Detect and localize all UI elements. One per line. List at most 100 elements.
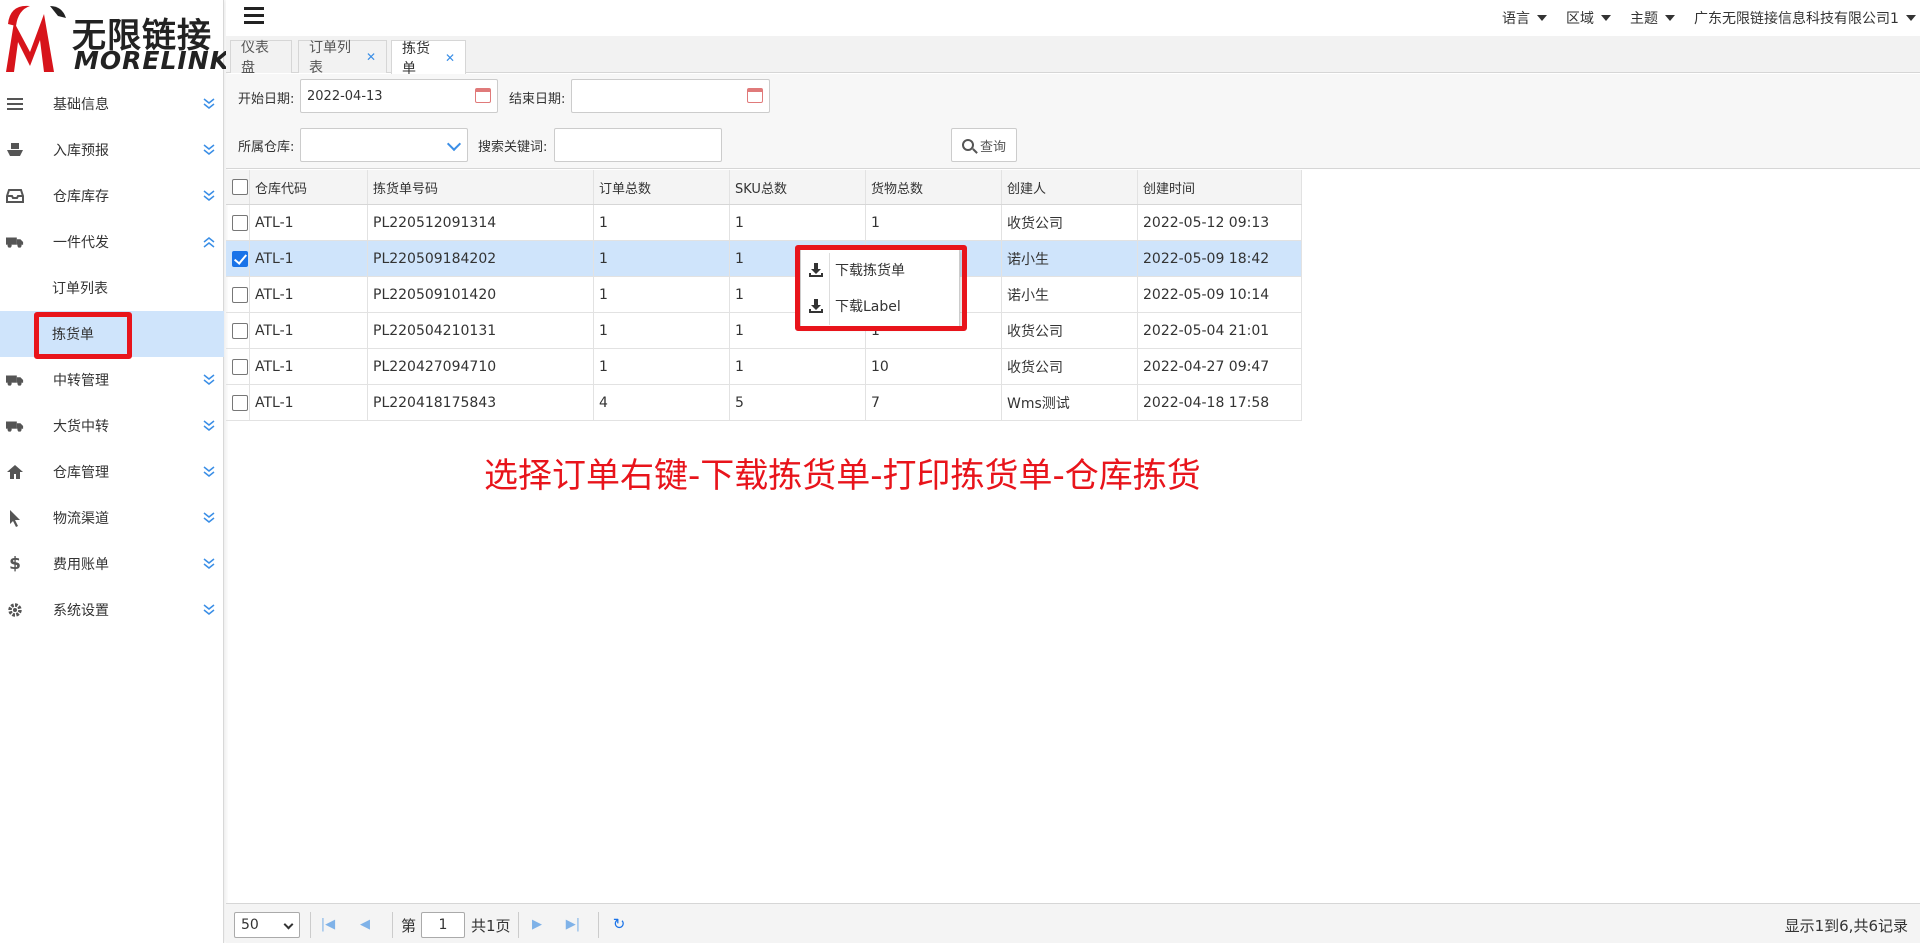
search-icon [961, 139, 974, 151]
select-all-checkbox[interactable] [232, 179, 248, 195]
table-row[interactable]: ATL-1 PL220509101420 1 1 诺小生 2022-05-09 10:14 [226, 277, 1302, 313]
warehouse-select[interactable] [300, 128, 468, 162]
last-page-icon[interactable]: ▶| [565, 914, 581, 934]
refresh-icon[interactable]: ↻ [611, 914, 627, 934]
inbox-icon [6, 187, 24, 205]
table-row[interactable]: ATL-1 PL220509184202 1 1 诺小生 2022-05-09 18:42 [226, 241, 1302, 277]
tab-dashboard[interactable]: 仪表盘 [230, 40, 292, 76]
cell-order-count: 1 [594, 205, 730, 240]
cell-warehouse-code: ATL-1 [250, 205, 368, 240]
logo: 无限链接 MORELINK [0, 0, 229, 78]
next-page-icon[interactable]: ▶ [529, 914, 545, 934]
cell-creator: 诺小生 [1002, 277, 1138, 312]
column-header-order-count: 订单总数 [594, 170, 730, 204]
tab-order-list[interactable]: 订单列表 ✕ [298, 40, 387, 76]
language-menu[interactable]: 语言 [1502, 8, 1547, 28]
table-row[interactable]: ATL-1 PL220512091314 1 1 1 收货公司 2022-05-12 09:… [226, 205, 1302, 241]
instruction-annotation: 选择订单右键-下载拣货单-打印拣货单-仓库拣货 [484, 456, 1201, 496]
page-size-select[interactable]: 50 [234, 912, 300, 938]
sidebar-item-logistics-channel[interactable]: 物流渠道 [0, 495, 224, 541]
tab-label: 仪表盘 [241, 40, 269, 76]
sidebar-item-basic-info[interactable]: 基础信息 [0, 81, 224, 127]
sidebar-item-inbound-forecast[interactable]: 入库预报 [0, 127, 224, 173]
truck-icon [6, 417, 24, 435]
chevron-down-icon [203, 511, 215, 525]
cell-created-time: 2022-04-27 09:47 [1138, 349, 1302, 384]
truck-icon [6, 233, 24, 251]
tab-pick-list[interactable]: 拣货单 ✕ [391, 40, 466, 77]
start-date-input[interactable]: 2022-04-13 [300, 79, 498, 113]
first-page-icon[interactable]: |◀ [320, 914, 336, 934]
calendar-icon[interactable] [475, 88, 491, 103]
company-menu[interactable]: 广东无限链接信息科技有限公司1 [1694, 8, 1916, 28]
keyword-label: 搜索关键词: [478, 140, 548, 155]
home-icon [6, 463, 24, 481]
cell-goods-count: 10 [866, 349, 1002, 384]
column-header-pick-list-number: 拣货单号码 [368, 170, 594, 204]
prev-page-icon[interactable]: ◀ [357, 914, 373, 934]
keyword-input[interactable] [554, 128, 722, 162]
company-menu-label: 广东无限链接信息科技有限公司1 [1694, 11, 1899, 27]
download-label-menu-item[interactable]: 下载Label [801, 288, 961, 324]
row-checkbox[interactable] [232, 358, 248, 375]
sidebar-item-label: 仓库管理 [53, 465, 109, 481]
table-row[interactable]: ATL-1 PL220504210131 1 1 1 收货公司 2022-05-04 21:… [226, 313, 1302, 349]
logo-mark-icon [6, 5, 66, 72]
sidebar-item-warehouse-stock[interactable]: 仓库库存 [0, 173, 224, 219]
theme-menu[interactable]: 主题 [1630, 8, 1675, 28]
sidebar-item-label: 系统设置 [53, 603, 109, 619]
row-checkbox[interactable] [232, 394, 248, 411]
end-date-label: 结束日期: [509, 92, 566, 107]
cell-warehouse-code: ATL-1 [250, 385, 368, 420]
sidebar-item-label: 中转管理 [53, 373, 109, 389]
search-button-label: 查询 [979, 139, 1006, 155]
sidebar-item-label: 费用账单 [53, 557, 109, 573]
side-menu: 基础信息 入库预报 仓库库存 一件代发订单列表拣货单中转管理大货中转仓库管理物流渠道 $… [0, 81, 224, 633]
table-row[interactable]: ATL-1 PL220418175843 4 5 7 Wms测试 2022-04-18 17… [226, 385, 1302, 421]
hamburger-menu-icon[interactable] [244, 7, 264, 25]
tab-bar: 仪表盘 订单列表 ✕ 拣货单 ✕ [226, 36, 1920, 77]
close-icon[interactable]: ✕ [366, 50, 376, 64]
caret-down-icon [1905, 15, 1916, 21]
region-menu[interactable]: 区域 [1566, 8, 1611, 28]
sidebar-item-billing[interactable]: $ 费用账单 [0, 541, 224, 587]
sidebar-item-transit-management[interactable]: 中转管理 [0, 357, 224, 403]
row-checkbox[interactable] [232, 322, 248, 339]
sidebar-subitem-label: 订单列表 [52, 281, 108, 297]
checkbox-cell [226, 385, 250, 420]
row-checkbox[interactable] [232, 214, 248, 231]
cell-warehouse-code: ATL-1 [250, 241, 368, 276]
download-pick-list-menu-item[interactable]: 下载拣货单 [801, 252, 961, 288]
sidebar-subitem-pick-list[interactable]: 拣货单 [0, 311, 224, 357]
chevron-down-icon [203, 419, 215, 433]
cell-order-count: 1 [594, 277, 730, 312]
row-checkbox[interactable] [232, 286, 248, 303]
close-icon[interactable]: ✕ [445, 51, 455, 65]
end-date-input[interactable] [571, 79, 770, 113]
sidebar-subitem-order-list[interactable]: 订单列表 [0, 265, 224, 311]
column-header-sku-count: SKU总数 [730, 170, 866, 204]
search-button[interactable]: 查询 [951, 128, 1017, 162]
cell-goods-count: 1 [866, 205, 1002, 240]
sidebar-item-bulk-transit[interactable]: 大货中转 [0, 403, 224, 449]
cell-warehouse-code: ATL-1 [250, 349, 368, 384]
cell-created-time: 2022-05-04 21:01 [1138, 313, 1302, 348]
row-checkbox[interactable] [232, 250, 248, 267]
download-icon [809, 263, 823, 277]
theme-menu-label: 主题 [1630, 11, 1658, 27]
table-row[interactable]: ATL-1 PL220427094710 1 1 10 收货公司 2022-04-27 09… [226, 349, 1302, 385]
cell-pick-list-number: PL220427094710 [368, 349, 594, 384]
sidebar-item-system-settings[interactable]: 系统设置 [0, 587, 224, 633]
sidebar-item-warehouse-management[interactable]: 仓库管理 [0, 449, 224, 495]
cell-sku-count: 5 [730, 385, 866, 420]
sidebar-item-label: 大货中转 [53, 419, 109, 435]
sidebar-item-dropshipping[interactable]: 一件代发 [0, 219, 224, 265]
checkbox-cell [226, 313, 250, 348]
menu-item-label: 下载拣货单 [835, 263, 905, 279]
calendar-icon[interactable] [747, 88, 763, 103]
top-bar: 语言 区域 主题 广东无限链接信息科技有限公司1 [226, 0, 1920, 36]
language-menu-label: 语言 [1502, 11, 1530, 27]
page-number-input[interactable]: 1 [421, 912, 465, 938]
chevron-down-icon [283, 919, 294, 930]
pager-divider [392, 912, 393, 938]
